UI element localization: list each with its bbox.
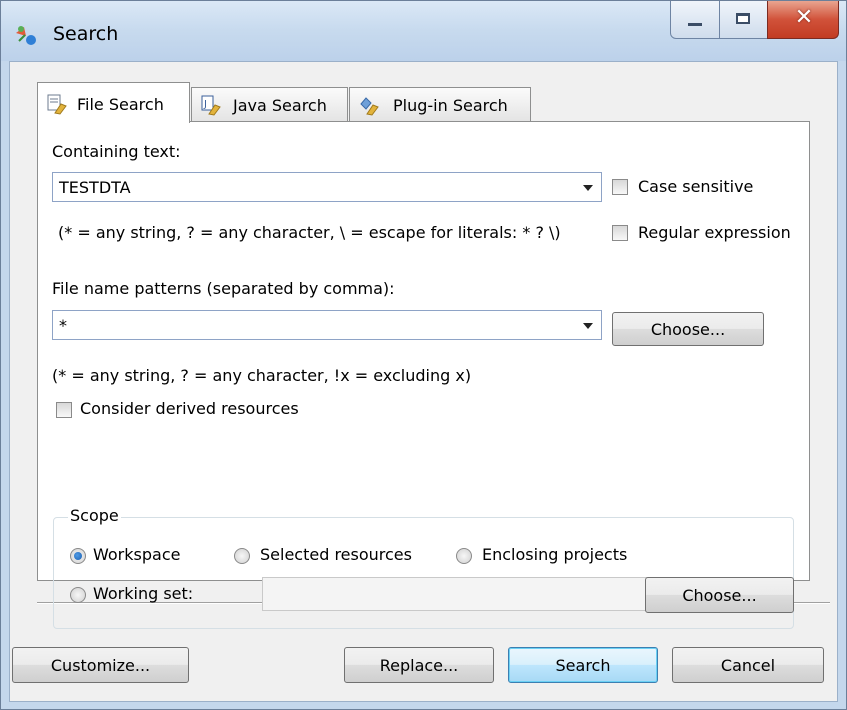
working-set-radio[interactable] xyxy=(70,587,86,603)
working-set-label: Working set: xyxy=(93,584,194,603)
selected-resources-label: Selected resources xyxy=(260,545,412,564)
search-button[interactable]: Search xyxy=(508,647,658,683)
selected-resources-radio[interactable] xyxy=(234,548,250,564)
maximize-button[interactable] xyxy=(719,1,768,39)
working-set-field xyxy=(262,577,659,611)
java-search-icon: J xyxy=(201,95,221,116)
regular-expression-checkbox[interactable] xyxy=(612,225,628,241)
tab-plugin-search[interactable]: Plug-in Search xyxy=(349,87,531,121)
derived-resources-label: Consider derived resources xyxy=(80,399,299,418)
enclosing-projects-radio[interactable] xyxy=(456,548,472,564)
choose-patterns-button[interactable]: Choose... xyxy=(612,312,764,346)
tab-label: Plug-in Search xyxy=(393,96,508,115)
minimize-icon xyxy=(688,23,702,26)
containing-text-label: Containing text: xyxy=(52,142,181,161)
dropdown-arrow-icon[interactable] xyxy=(583,185,593,191)
containing-text-hint: (* = any string, ? = any character, \ = … xyxy=(58,223,561,242)
maximize-icon xyxy=(736,13,750,24)
minimize-button[interactable] xyxy=(670,1,720,39)
file-patterns-label: File name patterns (separated by comma): xyxy=(52,279,395,298)
file-patterns-hint: (* = any string, ? = any character, !x =… xyxy=(52,366,472,385)
tab-file-search[interactable]: File Search xyxy=(37,82,190,123)
cancel-button[interactable]: Cancel xyxy=(672,647,824,683)
window-title: Search xyxy=(53,23,119,45)
customize-button[interactable]: Customize... xyxy=(12,647,189,683)
close-button[interactable]: ✕ xyxy=(767,1,839,39)
file-patterns-value: * xyxy=(59,316,67,335)
file-search-icon xyxy=(47,94,67,115)
plugin-search-icon xyxy=(360,97,379,116)
enclosing-projects-label: Enclosing projects xyxy=(482,545,628,564)
close-icon: ✕ xyxy=(794,5,814,30)
containing-text-value: TESTDTA xyxy=(59,178,131,197)
dialog-body: File Search J Java Search Plug-in Search… xyxy=(9,61,838,702)
dropdown-arrow-icon[interactable] xyxy=(583,323,593,329)
case-sensitive-checkbox[interactable] xyxy=(612,179,628,195)
workspace-radio[interactable] xyxy=(70,548,86,564)
svg-text:J: J xyxy=(203,99,207,110)
replace-button[interactable]: Replace... xyxy=(344,647,494,683)
file-patterns-combo[interactable]: * xyxy=(52,310,602,340)
search-app-icon xyxy=(16,26,36,45)
tab-java-search[interactable]: J Java Search xyxy=(191,87,348,121)
scope-title: Scope xyxy=(68,506,121,525)
workspace-label: Workspace xyxy=(93,545,181,564)
regular-expression-label: Regular expression xyxy=(638,223,791,242)
file-search-panel: Containing text: TESTDTA Case sensitive … xyxy=(37,121,810,629)
containing-text-combo[interactable]: TESTDTA xyxy=(52,172,602,202)
case-sensitive-label: Case sensitive xyxy=(638,177,754,196)
title-bar[interactable]: Search ✕ xyxy=(1,1,846,61)
tab-label: File Search xyxy=(77,95,164,114)
derived-resources-checkbox[interactable] xyxy=(56,402,72,418)
search-dialog: Search ✕ File Search J Java Search Plug-… xyxy=(0,0,847,710)
tab-label: Java Search xyxy=(233,96,327,115)
choose-working-set-button[interactable]: Choose... xyxy=(645,577,794,613)
